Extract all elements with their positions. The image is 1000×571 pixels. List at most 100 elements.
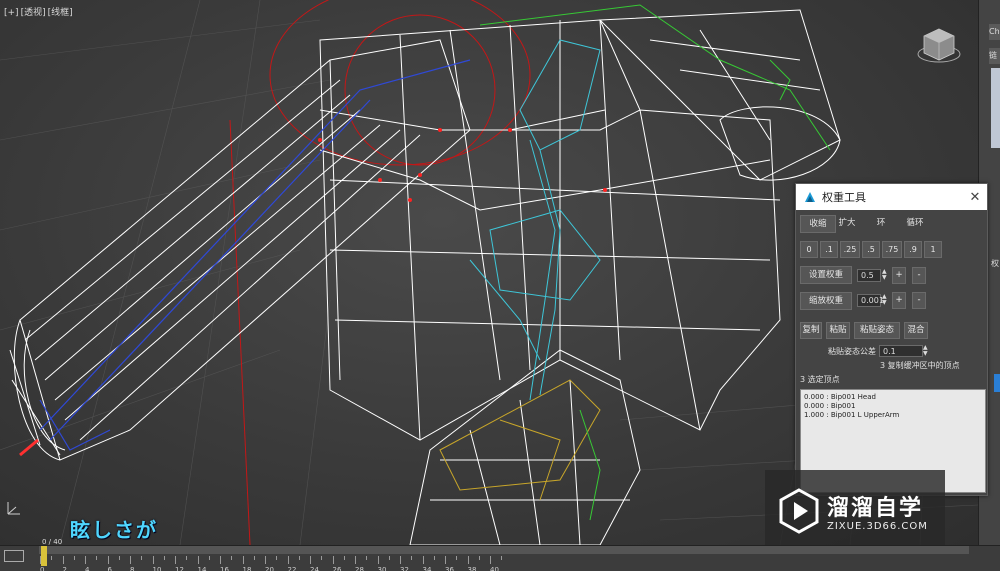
scale-weight-minus-button[interactable]: -: [912, 292, 926, 309]
timeline-tick-mark: [85, 556, 86, 564]
timeline-tick-label: 4: [85, 566, 90, 571]
viewport-menu-shading[interactable]: [线框]: [48, 8, 73, 18]
timeline-tick-mark: [411, 556, 413, 560]
scale-weight-plus-button[interactable]: +: [892, 292, 906, 309]
viewport-menu-plus[interactable]: [+]: [4, 8, 19, 18]
timeline-tick-mark: [96, 556, 98, 560]
dialog-title: 权重工具: [822, 191, 866, 204]
timeline-tick-mark: [141, 556, 143, 560]
timeline[interactable]: 0 / 40 0 2 4 6 8 10 12 14 16 18 20 22 24 26 28 30 32 34 36…: [0, 538, 1000, 571]
timeline-tick-label: 38: [467, 566, 477, 571]
blend-button[interactable]: 混合: [904, 322, 928, 339]
video-subtitle: 眩しさが: [70, 518, 158, 542]
grow-button[interactable]: 扩大: [832, 215, 862, 233]
timeline-tick-mark: [433, 556, 435, 560]
frame-slider[interactable]: [39, 546, 969, 566]
timeline-tick-label: 22: [287, 566, 297, 571]
timeline-tick-mark: [175, 556, 176, 564]
scale-weight-field[interactable]: 0.001: [857, 294, 884, 307]
copy-button[interactable]: 复制: [800, 322, 822, 339]
panel-scroll-indicator[interactable]: [994, 374, 1000, 392]
buffer-info: 3 复制缓冲区中的顶点: [880, 361, 960, 370]
shrink-button[interactable]: 收缩: [800, 215, 836, 233]
timeline-tick-mark: [467, 556, 469, 564]
timeline-tick-label: 30: [377, 566, 387, 571]
scale-weight-spinner[interactable]: ▲ ▼: [882, 294, 888, 306]
command-panel-link-tab[interactable]: 链: [989, 48, 1000, 64]
timeline-tick-mark: [445, 556, 446, 564]
weight-09-button[interactable]: .9: [904, 241, 922, 258]
set-weight-plus-button[interactable]: +: [892, 267, 906, 284]
paste-tolerance-label: 粘贴姿态公差: [828, 347, 876, 356]
timeline-tick-label: 12: [175, 566, 184, 571]
modifier-stack-list[interactable]: [991, 68, 1000, 148]
viewcube-icon[interactable]: [916, 26, 962, 66]
timeline-tick-mark: [456, 556, 458, 560]
timeline-tick-mark: [231, 556, 233, 560]
weight-075-button[interactable]: .75: [882, 241, 902, 258]
timeline-tick-mark: [265, 556, 266, 564]
paste-tolerance-field[interactable]: 0.1: [879, 345, 923, 357]
weight-tool-dialog: 权重工具 ✕ 收缩 扩大 环 循环 0 .1 .25 .5 .75 .9 1 设…: [795, 183, 988, 496]
timeline-tick-mark: [40, 556, 41, 564]
weight-025-button[interactable]: .25: [840, 241, 860, 258]
set-weight-button[interactable]: 设置权重: [800, 266, 852, 284]
rollout-label: 权: [991, 259, 999, 268]
command-panel-tab[interactable]: Cha: [989, 24, 1000, 40]
timeline-tick-mark: [51, 556, 53, 560]
viewport-menu-perspective[interactable]: [透视]: [21, 8, 46, 18]
timeline-tick-mark: [388, 556, 390, 560]
paste-pose-button[interactable]: 粘贴姿态: [854, 322, 900, 339]
timeline-tick-label: 24: [310, 566, 319, 571]
timeline-tick-label: 2: [62, 566, 67, 571]
timeline-tick-mark: [163, 556, 165, 560]
timeline-ruler[interactable]: 0 2 4 6 8 10 12 14 16 18 20 22 24 26 28 30 32 34 36 38 40: [30, 554, 975, 571]
weight-0-button[interactable]: 0: [800, 241, 818, 258]
paste-button[interactable]: 粘贴: [826, 322, 850, 339]
timeline-tick-label: 10: [152, 566, 162, 571]
timeline-tick-mark: [208, 556, 210, 560]
timeline-tick-label: 20: [265, 566, 274, 571]
timeline-tick-mark: [107, 556, 109, 564]
close-icon[interactable]: ✕: [963, 190, 987, 205]
timeline-tick-label: 32: [400, 566, 409, 571]
frame-counter: 0 / 40: [42, 538, 63, 546]
weight-1-button[interactable]: 1: [924, 241, 942, 258]
loop-button[interactable]: 循环: [900, 215, 930, 233]
set-weight-field[interactable]: 0.5: [857, 269, 881, 282]
axis-tripod-icon: [6, 498, 22, 520]
timeline-tick-mark: [355, 556, 356, 564]
timeline-tick-mark: [400, 556, 401, 564]
brand-logo-icon: [779, 488, 819, 534]
set-weight-spinner[interactable]: ▲ ▼: [882, 269, 888, 281]
timeline-tick-mark: [197, 556, 199, 564]
timeline-tick-label: 40: [490, 566, 499, 571]
scale-weight-button[interactable]: 缩放权重: [800, 292, 852, 310]
timeline-tick-mark: [478, 556, 480, 560]
timeline-tick-label: 34: [422, 566, 432, 571]
timeline-tick-mark: [220, 556, 221, 564]
timeline-tick-mark: [118, 556, 120, 560]
list-item[interactable]: 0.000 : Bip001: [804, 402, 982, 411]
set-weight-minus-button[interactable]: -: [912, 267, 926, 284]
timeline-tick-label: 0: [40, 566, 45, 571]
timeline-tick-label: 18: [242, 566, 252, 571]
timeline-tick-label: 8: [130, 566, 135, 571]
timeline-tick-label: 28: [355, 566, 364, 571]
list-item[interactable]: 0.000 : Bip001 Head: [804, 393, 982, 402]
timeline-tick-mark: [242, 556, 244, 564]
viewport-label[interactable]: [+] [透视] [线框]: [4, 5, 75, 18]
dialog-titlebar[interactable]: 权重工具 ✕: [796, 184, 987, 210]
selected-vertex-count: 3 选定顶点: [800, 375, 840, 384]
timeline-tick-mark: [490, 556, 491, 564]
list-item[interactable]: 1.000 : Bip001 L UpperArm: [804, 411, 982, 420]
timeline-tick-mark: [298, 556, 300, 560]
timeline-tick-mark: [287, 556, 289, 564]
ring-button[interactable]: 环: [866, 215, 896, 233]
paste-tolerance-spinner[interactable]: ▲ ▼: [923, 345, 929, 357]
timeline-toggle-icon[interactable]: [4, 550, 24, 562]
timeline-tick-label: 16: [220, 566, 229, 571]
weight-05-button[interactable]: .5: [862, 241, 880, 258]
timeline-tick-mark: [73, 556, 75, 560]
weight-01-button[interactable]: .1: [820, 241, 838, 258]
